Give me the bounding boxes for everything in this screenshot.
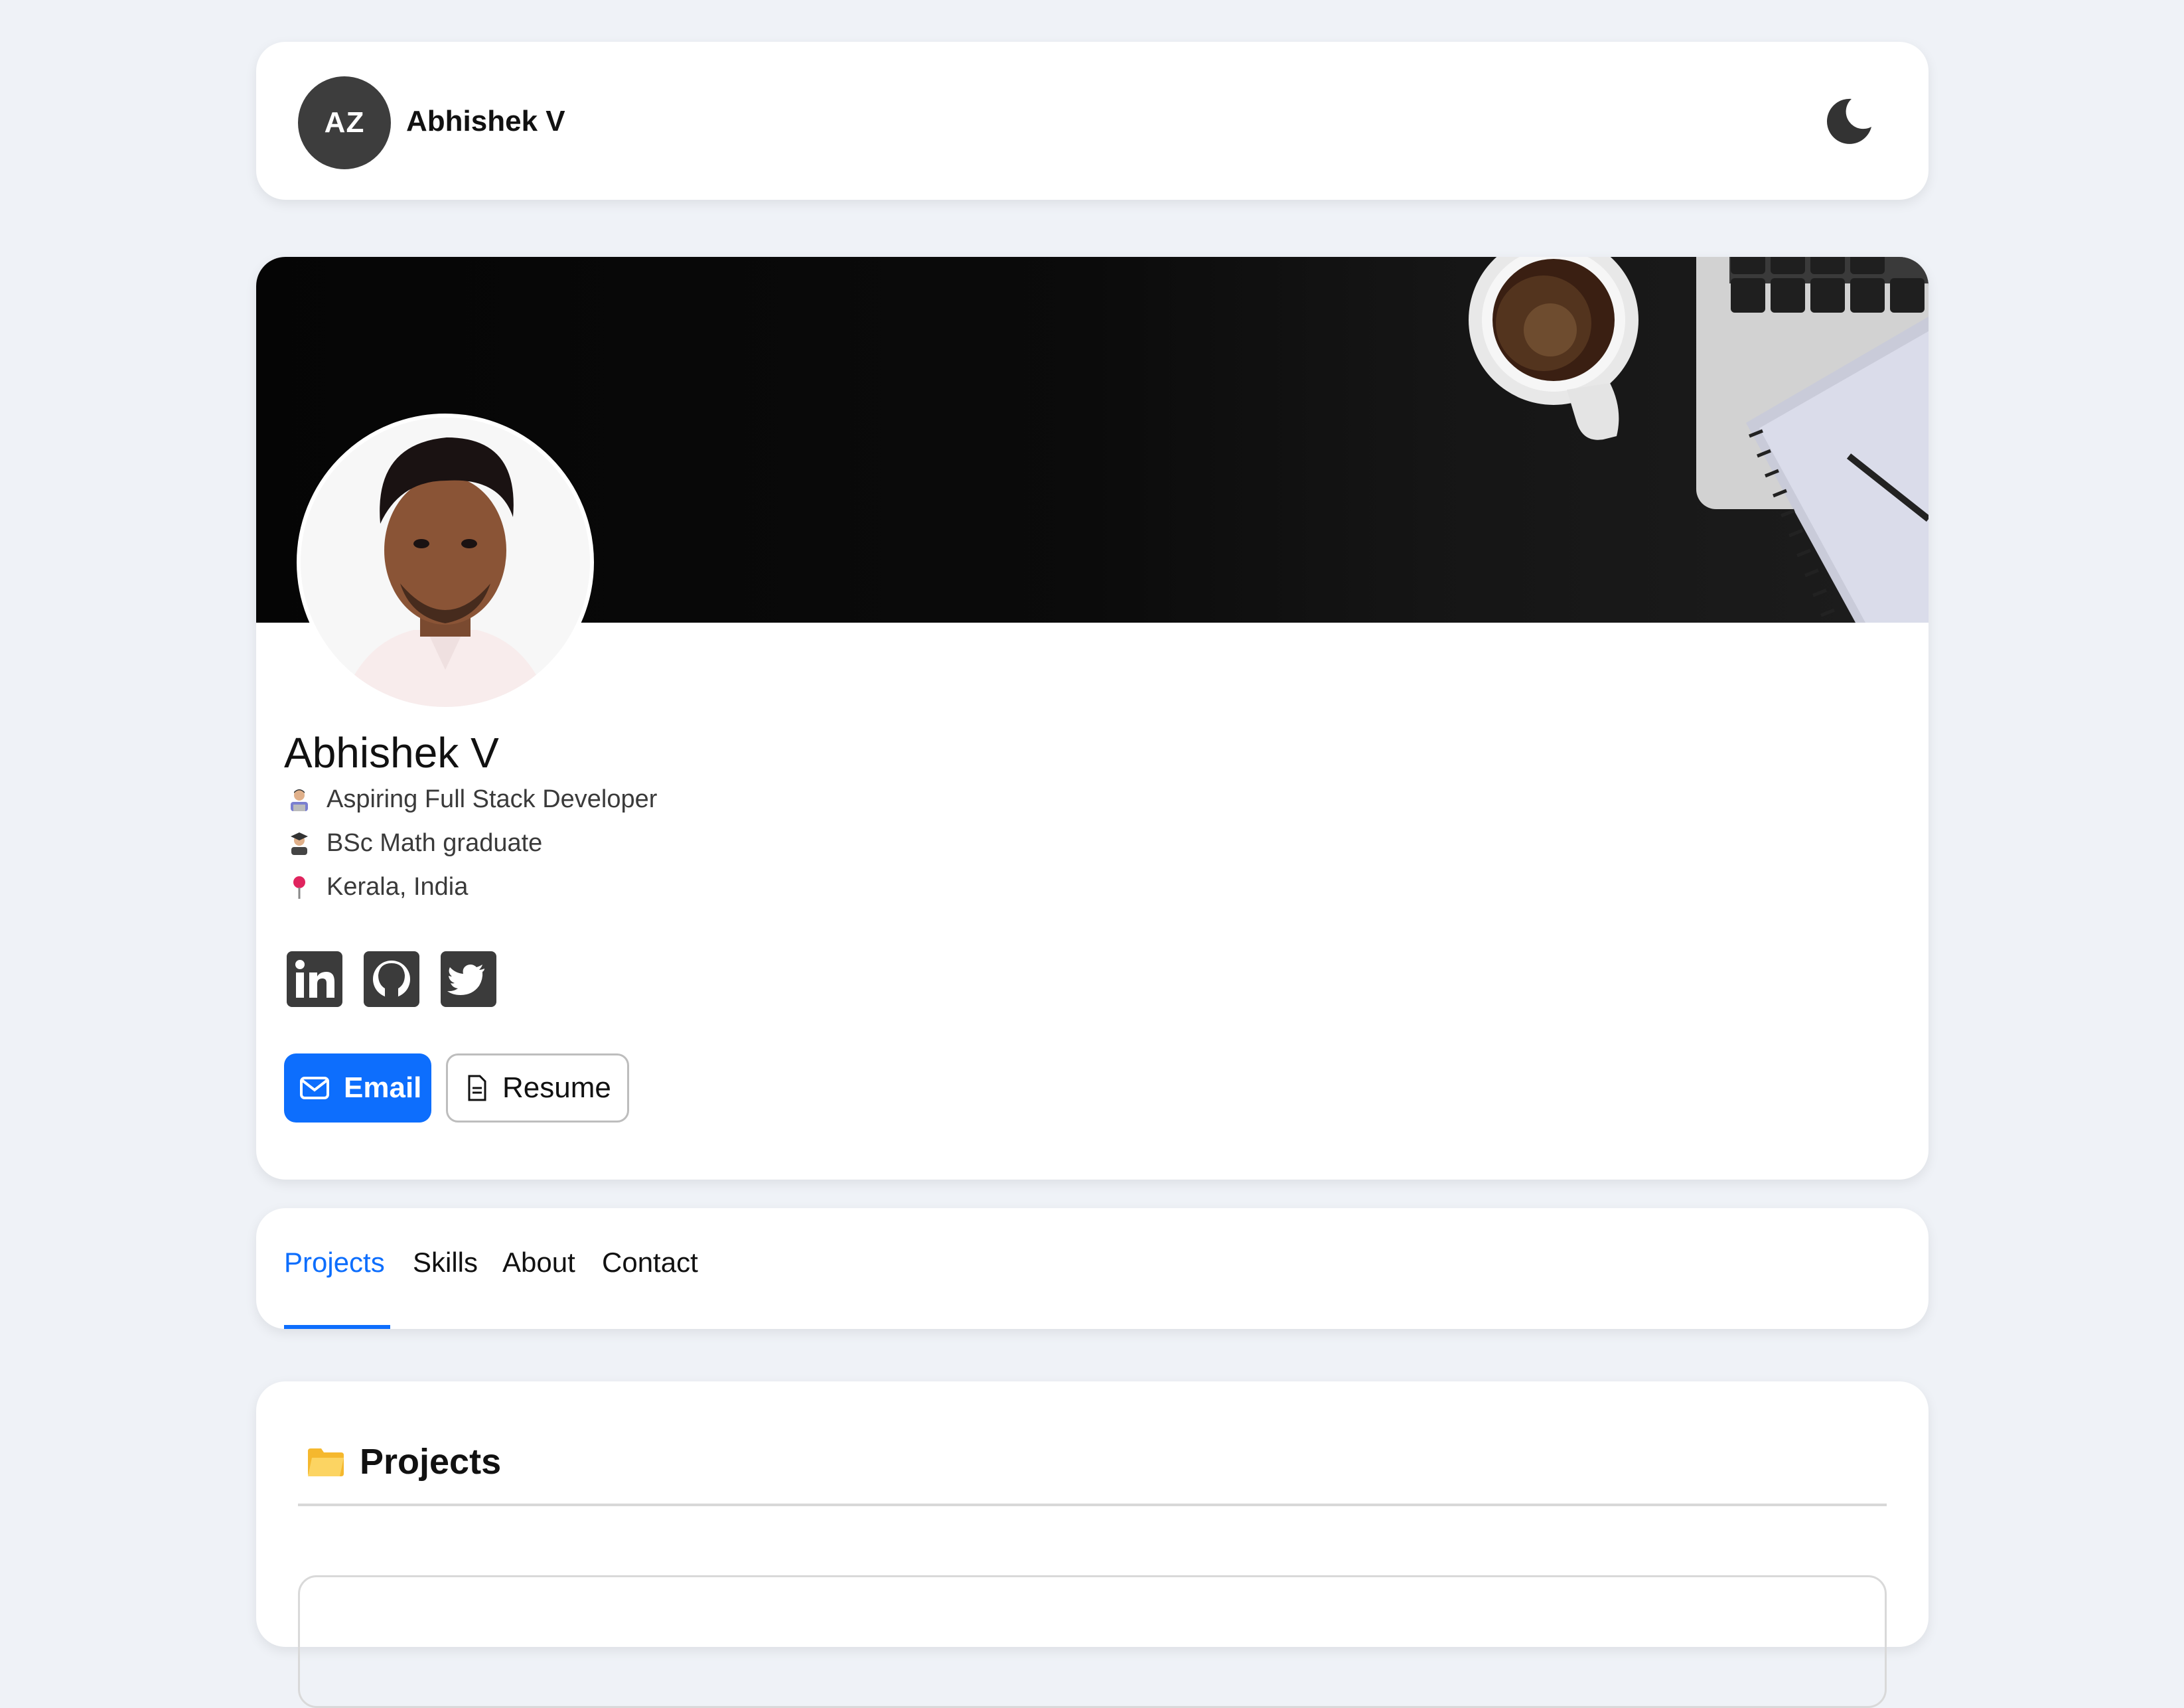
active-tab-indicator: [284, 1325, 390, 1329]
resume-button[interactable]: Resume: [446, 1053, 629, 1123]
tab-contact[interactable]: Contact: [602, 1247, 698, 1279]
document-icon: [468, 1075, 486, 1101]
technologist-emoji: [291, 789, 308, 811]
folder-icon: [308, 1448, 344, 1476]
avatar[interactable]: AZ: [298, 76, 391, 169]
envelope-icon: [300, 1077, 329, 1099]
twitter-icon[interactable]: [441, 951, 496, 1007]
section-divider: [298, 1504, 1887, 1506]
graduate-emoji: [291, 832, 308, 855]
info-role-text: Aspiring Full Stack Developer: [327, 785, 658, 813]
moon-icon[interactable]: [1822, 95, 1875, 148]
tab-about[interactable]: About: [502, 1247, 575, 1279]
profile-name: Abhishek V: [284, 729, 499, 777]
resume-button-label: Resume: [502, 1071, 611, 1104]
tab-skills[interactable]: Skills: [413, 1247, 478, 1279]
tab-projects[interactable]: Projects: [284, 1247, 385, 1279]
github-icon[interactable]: [364, 951, 419, 1007]
info-education-text: BSc Math graduate: [327, 829, 543, 857]
info-role: Aspiring Full Stack Developer: [287, 785, 657, 814]
top-bar: AZ Abhishek V: [256, 42, 1929, 200]
projects-title: Projects: [360, 1442, 502, 1482]
info-education: BSc Math graduate: [287, 829, 542, 858]
projects-heading: Projects: [307, 1441, 501, 1482]
projects-section: Projects: [256, 1381, 1929, 1708]
profile-photo: [297, 414, 594, 711]
email-button[interactable]: Email: [284, 1053, 431, 1123]
pin-emoji: [293, 876, 305, 899]
info-location: Kerala, India: [287, 873, 468, 901]
page: AZ Abhishek V Abhishek V Aspiring Full S…: [0, 0, 2184, 1708]
header-name: Abhishek V: [406, 105, 565, 137]
social-links: [287, 951, 496, 1007]
project-card[interactable]: [298, 1575, 1887, 1708]
info-location-text: Kerala, India: [327, 873, 469, 901]
profile-card: Abhishek V Aspiring Full Stack Developer…: [256, 257, 1929, 1180]
linkedin-icon[interactable]: [287, 951, 342, 1007]
email-button-label: Email: [344, 1071, 422, 1104]
tab-bar: Projects Skills About Contact: [256, 1208, 1929, 1329]
